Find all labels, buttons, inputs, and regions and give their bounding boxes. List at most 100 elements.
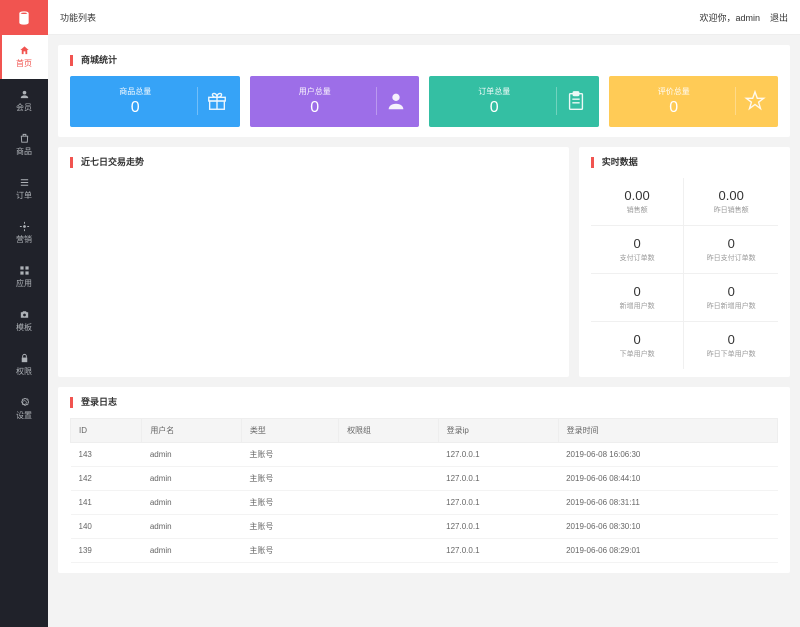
logo[interactable] <box>0 0 48 35</box>
table-header: 登录时间 <box>558 418 777 442</box>
clipboard-icon <box>565 90 587 112</box>
nav-home[interactable]: 首页 <box>0 35 48 79</box>
stats-panel: 商城统计 商品总量 0 用户总量 0 <box>58 45 790 137</box>
nav-label: 权限 <box>16 366 32 377</box>
bag-icon <box>19 133 30 144</box>
chart-title: 近七日交易走势 <box>70 157 557 168</box>
table-row[interactable]: 139admin主账号127.0.0.12019-06-06 08:29:01 <box>71 538 778 562</box>
grid-icon <box>19 265 30 276</box>
realtime-cell: 0新增用户数 <box>591 274 685 322</box>
table-cell <box>339 466 439 490</box>
stat-value: 0 <box>262 99 369 117</box>
nav-label: 首页 <box>16 58 32 69</box>
table-cell: 2019-06-06 08:29:01 <box>558 538 777 562</box>
home-icon <box>19 45 30 56</box>
stat-card-reviews[interactable]: 评价总量 0 <box>609 76 779 127</box>
table-cell: 141 <box>71 490 142 514</box>
nav-label: 商品 <box>16 146 32 157</box>
content: 商城统计 商品总量 0 用户总量 0 <box>48 35 800 627</box>
table-cell: 2019-06-08 16:06:30 <box>558 442 777 466</box>
table-cell: 142 <box>71 466 142 490</box>
rt-value: 0 <box>688 236 774 251</box>
table-cell: 139 <box>71 538 142 562</box>
nav-label: 订单 <box>16 190 32 201</box>
table-cell: 127.0.0.1 <box>438 490 558 514</box>
nav: 首页 会员 商品 订单 营销 应用 <box>0 35 48 627</box>
stat-value: 0 <box>82 99 189 117</box>
rt-value: 0 <box>688 332 774 347</box>
stat-card-orders[interactable]: 订单总量 0 <box>429 76 599 127</box>
table-cell: admin <box>142 442 242 466</box>
realtime-cell: 0 昨日支付订单数 <box>684 226 778 274</box>
table-cell: 127.0.0.1 <box>438 466 558 490</box>
table-header: 登录ip <box>438 418 558 442</box>
stat-label: 评价总量 <box>621 86 728 97</box>
table-row[interactable]: 143admin主账号127.0.0.12019-06-08 16:06:30 <box>71 442 778 466</box>
table-cell: admin <box>142 514 242 538</box>
table-cell: 主账号 <box>241 538 338 562</box>
log-title: 登录日志 <box>70 397 778 408</box>
table-row[interactable]: 141admin主账号127.0.0.12019-06-06 08:31:11 <box>71 490 778 514</box>
nav-label: 设置 <box>16 410 32 421</box>
chart-panel: 近七日交易走势 <box>58 147 569 377</box>
realtime-title: 实时数据 <box>591 157 778 168</box>
table-cell <box>339 442 439 466</box>
nav-product[interactable]: 商品 <box>0 123 48 167</box>
realtime-cell: 0.00昨日销售额 <box>684 178 778 226</box>
nav-marketing[interactable]: 营销 <box>0 211 48 255</box>
welcome-text[interactable]: 欢迎你，admin <box>699 11 760 24</box>
table-cell: 2019-06-06 08:44:10 <box>558 466 777 490</box>
table-cell <box>339 538 439 562</box>
lock-icon <box>19 353 30 364</box>
nav-member[interactable]: 会员 <box>0 79 48 123</box>
table-cell: 127.0.0.1 <box>438 538 558 562</box>
realtime-panel: 实时数据 0.00销售额0.00昨日销售额0支付订单数0昨日支付订单数0新增用户… <box>579 147 790 377</box>
stat-card-users[interactable]: 用户总量 0 <box>250 76 420 127</box>
stat-card-products[interactable]: 商品总量 0 <box>70 76 240 127</box>
table-row[interactable]: 140admin主账号127.0.0.12019-06-06 08:30:10 <box>71 514 778 538</box>
stat-label: 商品总量 <box>82 86 189 97</box>
realtime-cell: 0下单用户数 <box>591 322 685 369</box>
table-row[interactable]: 142admin主账号127.0.0.12019-06-06 08:44:10 <box>71 466 778 490</box>
table-header: 权限组 <box>339 418 439 442</box>
user-icon <box>385 90 407 112</box>
table-cell <box>339 490 439 514</box>
rt-label: 支付订单数 <box>595 253 680 263</box>
log-table: ID用户名类型权限组登录ip登录时间 143admin主账号127.0.0.12… <box>70 418 778 563</box>
rt-label: 新增用户数 <box>595 301 680 311</box>
realtime-cell: 0昨日下单用户数 <box>684 322 778 369</box>
nav-label: 会员 <box>16 102 32 113</box>
sidebar: 首页 会员 商品 订单 营销 应用 <box>0 0 48 627</box>
table-cell: 140 <box>71 514 142 538</box>
nav-permission[interactable]: 权限 <box>0 343 48 387</box>
rt-value: 0 <box>688 284 774 299</box>
stat-value: 0 <box>621 99 728 117</box>
main: 功能列表 欢迎你，admin 退出 商城统计 商品总量 0 <box>48 0 800 627</box>
rt-value: 0 <box>595 236 680 251</box>
camera-icon <box>19 309 30 320</box>
rt-value: 0 <box>595 332 680 347</box>
table-header: ID <box>71 418 142 442</box>
nav-template[interactable]: 模板 <box>0 299 48 343</box>
nav-settings[interactable]: 设置 <box>0 387 48 431</box>
header: 功能列表 欢迎你，admin 退出 <box>48 0 800 35</box>
table-cell: 2019-06-06 08:31:11 <box>558 490 777 514</box>
list-icon <box>19 177 30 188</box>
table-cell: 127.0.0.1 <box>438 442 558 466</box>
rt-label: 销售额 <box>595 205 680 215</box>
nav-app[interactable]: 应用 <box>0 255 48 299</box>
rt-label: 昨日销售额 <box>688 205 774 215</box>
stat-label: 订单总量 <box>441 86 548 97</box>
table-cell: admin <box>142 466 242 490</box>
rt-label: 昨日支付订单数 <box>688 253 774 263</box>
logout-link[interactable]: 退出 <box>770 11 788 24</box>
table-cell: 主账号 <box>241 442 338 466</box>
table-cell: 127.0.0.1 <box>438 514 558 538</box>
nav-order[interactable]: 订单 <box>0 167 48 211</box>
nav-label: 营销 <box>16 234 32 245</box>
nav-label: 模板 <box>16 322 32 333</box>
log-panel: 登录日志 ID用户名类型权限组登录ip登录时间 143admin主账号127.0… <box>58 387 790 573</box>
book-icon <box>16 10 32 26</box>
table-cell <box>339 514 439 538</box>
rt-label: 昨日新增用户数 <box>688 301 774 311</box>
